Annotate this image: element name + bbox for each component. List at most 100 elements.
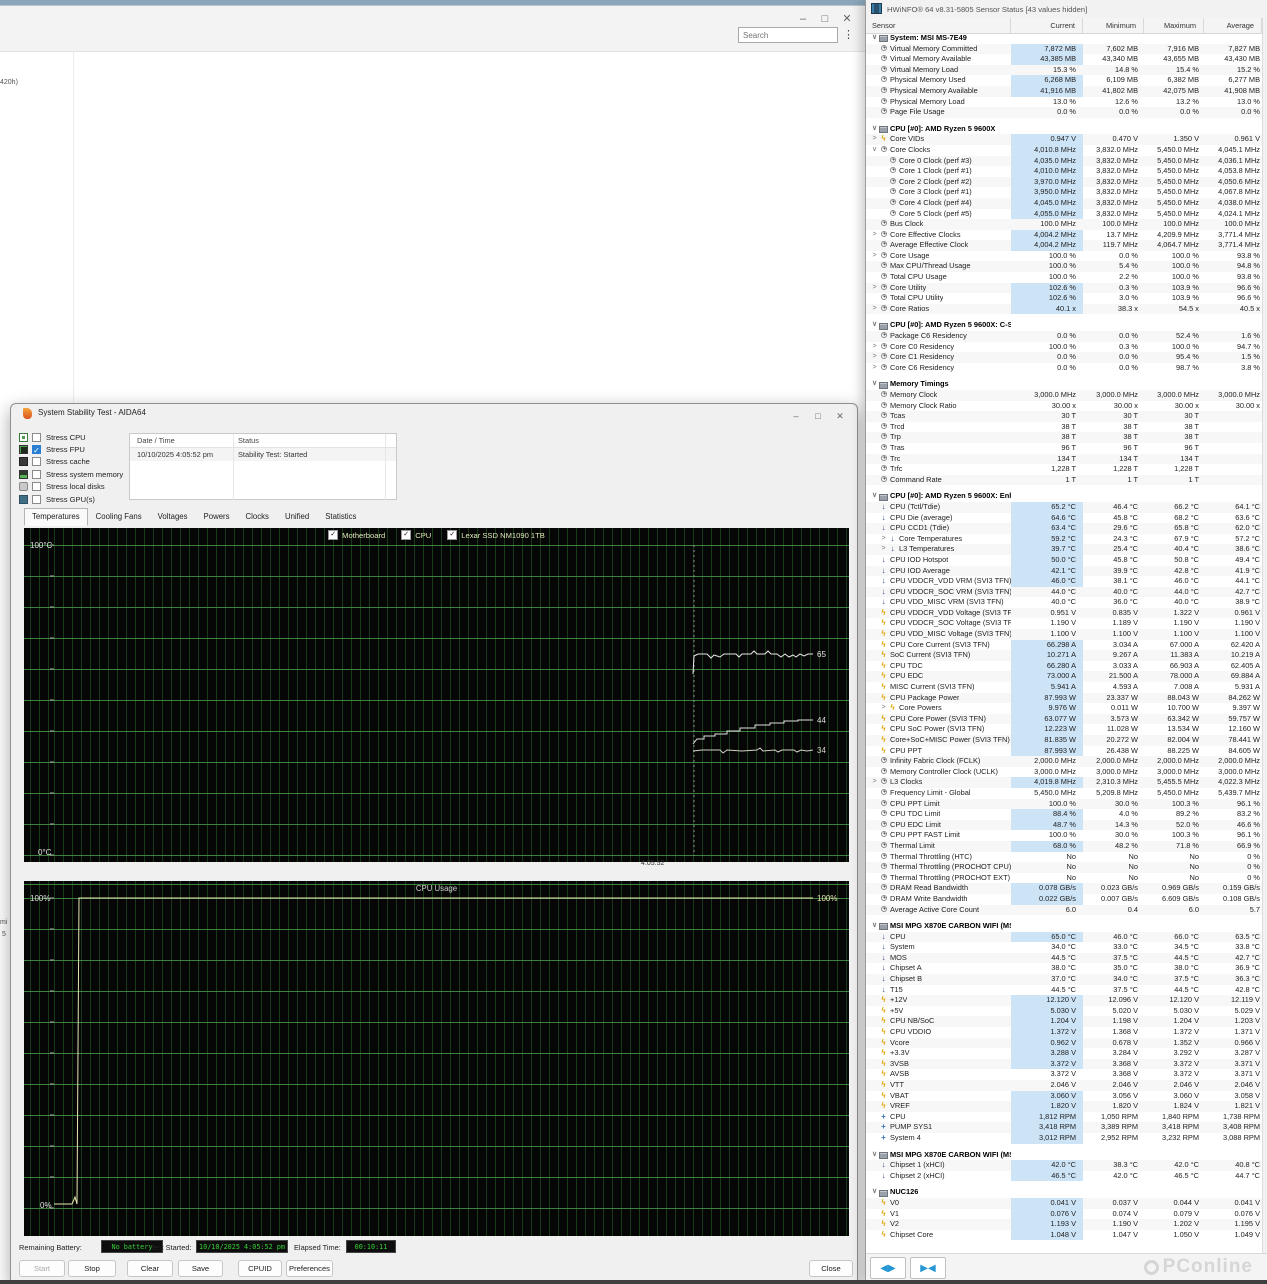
sensor-row[interactable]: Infinity Fabric Clock (FCLK) 2,000.0 MHz 2… xyxy=(866,756,1262,767)
expand-chevron-icon[interactable]: > xyxy=(870,352,879,363)
sensor-row[interactable]: ϟ 3VSB 3.372 V 3.368 V 3.372 V 3.371 V xyxy=(866,1058,1262,1070)
tab-voltages[interactable]: Voltages xyxy=(150,508,196,526)
sensor-row[interactable]: Thermal Throttling (PROCHOT EXT) No No No 0 … xyxy=(866,873,1262,884)
sensor-row[interactable]: Trcd 38 T 38 T 38 T xyxy=(866,422,1262,433)
sensor-row[interactable]: > Core Usage 100.0 % 0.0 % 100.0 % 93.8 % xyxy=(866,251,1262,262)
sensor-row[interactable]: > L3 Clocks 4,019.8 MHz 2,310.3 MHz 5,455.5 … xyxy=(866,777,1262,788)
collapse-chevron-icon[interactable]: ∨ xyxy=(870,124,879,135)
expand-chevron-icon[interactable]: > xyxy=(870,251,879,262)
collapse-chevron-icon[interactable]: ∨ xyxy=(870,921,879,932)
stress-checkbox[interactable] xyxy=(32,494,41,504)
sensor-row[interactable]: > Core C6 Residency 0.0 % 0.0 % 98.7 % 3.8 % xyxy=(866,363,1262,374)
sensor-row[interactable]: Average Active Core Count 6.0 0.4 6.0 5.7 xyxy=(866,904,1262,916)
sensor-row[interactable]: Trfc 1,228 T 1,228 T 1,228 T xyxy=(866,464,1262,475)
sensor-row[interactable]: Trc 134 T 134 T 134 T xyxy=(866,453,1262,465)
collapse-chevron-icon[interactable]: ∨ xyxy=(870,320,879,331)
sensor-group-header[interactable]: ∨ System: MSI MS-7E49 xyxy=(866,33,1262,44)
tab-cooling-fans[interactable]: Cooling Fans xyxy=(88,508,150,526)
sensor-row[interactable]: ϟ V2 1.193 V 1.190 V 1.202 V 1.195 V xyxy=(866,1219,1262,1230)
stress-option[interactable]: Stress CPU xyxy=(19,431,129,443)
tab-clocks[interactable]: Clocks xyxy=(238,508,277,526)
expand-chevron-icon[interactable]: ∨ xyxy=(870,145,879,156)
sensor-row[interactable]: ϟ +5V 5.030 V 5.020 V 5.030 V 5.029 V xyxy=(866,1005,1262,1017)
sensor-row[interactable]: Memory Clock 3,000.0 MHz 3,000.0 MHz 3,000.… xyxy=(866,390,1262,401)
expand-chevron-icon[interactable]: > xyxy=(870,283,879,294)
sensor-row[interactable]: > ϟ Core Powers 9.976 W 0.011 W 10.700 W 9.397… xyxy=(866,703,1262,714)
sensor-row[interactable]: Frequency Limit - Global 5,450.0 MHz 5,209… xyxy=(866,788,1262,799)
aida64-titlebar[interactable]: System Stability Test - AIDA64 – □ ✕ xyxy=(11,404,857,423)
expand-chevron-icon[interactable]: > xyxy=(870,342,879,353)
stress-option[interactable]: Stress cache xyxy=(19,456,129,468)
sensor-row[interactable]: ↓ Chipset B 37.0 °C 34.0 °C 37.5 °C 36.3 °C xyxy=(866,974,1262,985)
sensor-row[interactable]: > ↓ Core Temperatures 59.2 °C 24.3 °C 67.9 °C… xyxy=(866,533,1262,545)
sensor-row[interactable]: ↓ Chipset 2 (xHCI) 46.5 °C 42.0 °C 46.5 °C 44… xyxy=(866,1170,1262,1182)
sensor-row[interactable]: Physical Memory Available 41,916 MB 41,802… xyxy=(866,85,1262,97)
sensor-row[interactable]: ϟ CPU Core Current (SVI3 TFN) 66.298 A 3.03… xyxy=(866,639,1262,651)
sensor-row[interactable]: ↓ MOS 44.5 °C 37.5 °C 44.5 °C 42.7 °C xyxy=(866,952,1262,964)
sensor-row[interactable]: DRAM Write Bandwidth 0.022 GB/s 0.007 GB/s… xyxy=(866,893,1262,905)
stress-option[interactable]: Stress GPU(s) xyxy=(19,493,129,505)
close-icon[interactable]: ✕ xyxy=(836,11,858,27)
sensor-row[interactable]: ϟ CPU SoC Power (SVI3 TFN) 12.223 W 11.028 … xyxy=(866,724,1262,735)
sensor-row[interactable]: Virtual Memory Committed 7,872 MB 7,602 MB… xyxy=(866,43,1262,55)
sensor-row[interactable]: ϟ Chipset Core 1.048 V 1.047 V 1.050 V 1.049 … xyxy=(866,1229,1262,1241)
sensor-row[interactable]: ϟ SoC Current (SVI3 TFN) 10.271 A 9.267 A 11… xyxy=(866,650,1262,661)
column-header-current[interactable]: Current xyxy=(1011,18,1083,33)
sensor-row[interactable]: ϟ VREF 1.820 V 1.820 V 1.824 V 1.821 V xyxy=(866,1101,1262,1112)
sensor-row[interactable]: ↓ CPU (Tctl/Tdie) 65.2 °C 46.4 °C 66.2 °C 64.… xyxy=(866,501,1262,513)
column-header-average[interactable]: Average xyxy=(1204,18,1262,33)
sensor-row[interactable]: Virtual Memory Available 43,385 MB 43,340 … xyxy=(866,54,1262,65)
sensor-row[interactable]: ϟ CPU Core Power (SVI3 TFN) 63.077 W 3.573 … xyxy=(866,713,1262,725)
sensor-row[interactable]: ↓ CPU IOD Hotspot 50.0 °C 45.8 °C 50.8 °C 49.… xyxy=(866,554,1262,566)
collapse-chevron-icon[interactable]: ∨ xyxy=(870,379,879,390)
expand-chevron-icon[interactable]: > xyxy=(879,703,888,714)
legend-checkbox[interactable]: ✓ xyxy=(401,530,412,540)
sensor-row[interactable]: Total CPU Utility 102.6 % 3.0 % 103.9 % 96.6… xyxy=(866,293,1262,304)
expand-chevron-icon[interactable]: > xyxy=(879,534,888,545)
sensor-row[interactable]: ↓ CPU VDDCR_VDD VRM (SVI3 TFN) 46.0 °C 38.1… xyxy=(866,576,1262,587)
sensor-row[interactable]: Bus Clock 100.0 MHz 100.0 MHz 100.0 MHz 100.… xyxy=(866,219,1262,230)
preferences-button[interactable]: Preferences xyxy=(286,1260,333,1277)
sensor-row[interactable]: Thermal Throttling (PROCHOT CPU) No No No 0 … xyxy=(866,862,1262,873)
stress-checkbox[interactable] xyxy=(32,469,41,479)
stop-button[interactable]: Stop xyxy=(68,1260,116,1277)
sensor-row[interactable]: Core 1 Clock (perf #1) 4,010.0 MHz 3,832.0… xyxy=(866,166,1262,177)
legend-checkbox[interactable]: ✓ xyxy=(447,530,458,540)
clear-button[interactable]: Clear xyxy=(127,1260,173,1277)
log-row[interactable]: 10/10/2025 4:05:52 pm Stability Test: Sta… xyxy=(130,448,396,461)
collapse-chevron-icon[interactable]: ∨ xyxy=(870,1187,879,1198)
legend-item[interactable]: ✓ Motherboard xyxy=(328,530,385,540)
kebab-menu-icon[interactable]: ⋮ xyxy=(843,28,854,41)
sensor-row[interactable]: Physical Memory Used 6,268 MB 6,109 MB 6,38… xyxy=(866,75,1262,86)
sensor-row[interactable]: ↓ CPU IOD Average 42.1 °C 39.9 °C 42.8 °C 41.… xyxy=(866,565,1262,577)
sensor-row[interactable]: Core 3 Clock (perf #1) 3,950.0 MHz 3,832.0… xyxy=(866,187,1262,198)
sensor-row[interactable]: Core 5 Clock (perf #5) 4,055.0 MHz 3,832.0… xyxy=(866,208,1262,220)
minimize-icon[interactable]: – xyxy=(792,11,814,27)
stress-option[interactable]: ✓ Stress FPU xyxy=(19,443,129,455)
tab-unified[interactable]: Unified xyxy=(277,508,317,526)
sensor-row[interactable]: ϟ CPU TDC 66.280 A 3.033 A 66.903 A 62.405 A xyxy=(866,660,1262,672)
sensor-row[interactable]: ϟ CPU NB/SoC 1.204 V 1.198 V 1.204 V 1.203 V xyxy=(866,1016,1262,1028)
sensor-row[interactable]: Max CPU/Thread Usage 100.0 % 5.4 % 100.0 % 9… xyxy=(866,261,1262,273)
sensor-row[interactable]: ϟ AVSB 3.372 V 3.368 V 3.372 V 3.371 V xyxy=(866,1069,1262,1080)
legend-checkbox[interactable]: ✓ xyxy=(328,530,339,540)
sensor-row[interactable]: Core 4 Clock (perf #4) 4,045.0 MHz 3,832.0… xyxy=(866,197,1262,209)
sensor-row[interactable]: Thermal Throttling (HTC) No No No 0 % xyxy=(866,852,1262,863)
sensor-row[interactable]: Virtual Memory Load 15.3 % 14.8 % 15.4 % 15.… xyxy=(866,64,1262,76)
stress-option[interactable]: Stress system memory xyxy=(19,468,129,480)
expand-chevron-icon[interactable]: > xyxy=(870,230,879,241)
expand-chevron-icon[interactable]: > xyxy=(870,777,879,788)
sensor-group-header[interactable]: ∨MSI MPG X870E CARBON WIFI (MS-7E49) (AM… xyxy=(866,1150,1262,1161)
sensor-row[interactable]: Core 2 Clock (perf #2) 3,970.0 MHz 3,832.0… xyxy=(866,176,1262,188)
column-header-maximum[interactable]: Maximum xyxy=(1144,18,1204,33)
expand-chevron-icon[interactable]: > xyxy=(879,544,888,555)
sensor-row[interactable]: + CPU 1,812 RPM 1,050 RPM 1,840 RPM 1,738 RPM xyxy=(866,1111,1262,1123)
sensor-row[interactable]: ϟ Vcore 0.962 V 0.678 V 1.352 V 0.966 V xyxy=(866,1037,1262,1049)
sensor-row[interactable]: ↓ CPU CCD1 (Tdie) 63.4 °C 29.6 °C 65.8 °C 62.… xyxy=(866,523,1262,534)
scrollbar[interactable] xyxy=(1262,18,1267,1253)
sensor-row[interactable]: Tras 96 T 96 T 96 T xyxy=(866,443,1262,454)
sensor-row[interactable]: > Core Ratios 40.1 x 38.3 x 54.5 x 40.5 x xyxy=(866,303,1262,315)
stress-checkbox[interactable]: ✓ xyxy=(32,445,41,455)
column-header-minimum[interactable]: Minimum xyxy=(1083,18,1144,33)
sensor-row[interactable]: ϟ CPU PPT 87.993 W 26.438 W 88.225 W 84.605 W xyxy=(866,745,1262,757)
